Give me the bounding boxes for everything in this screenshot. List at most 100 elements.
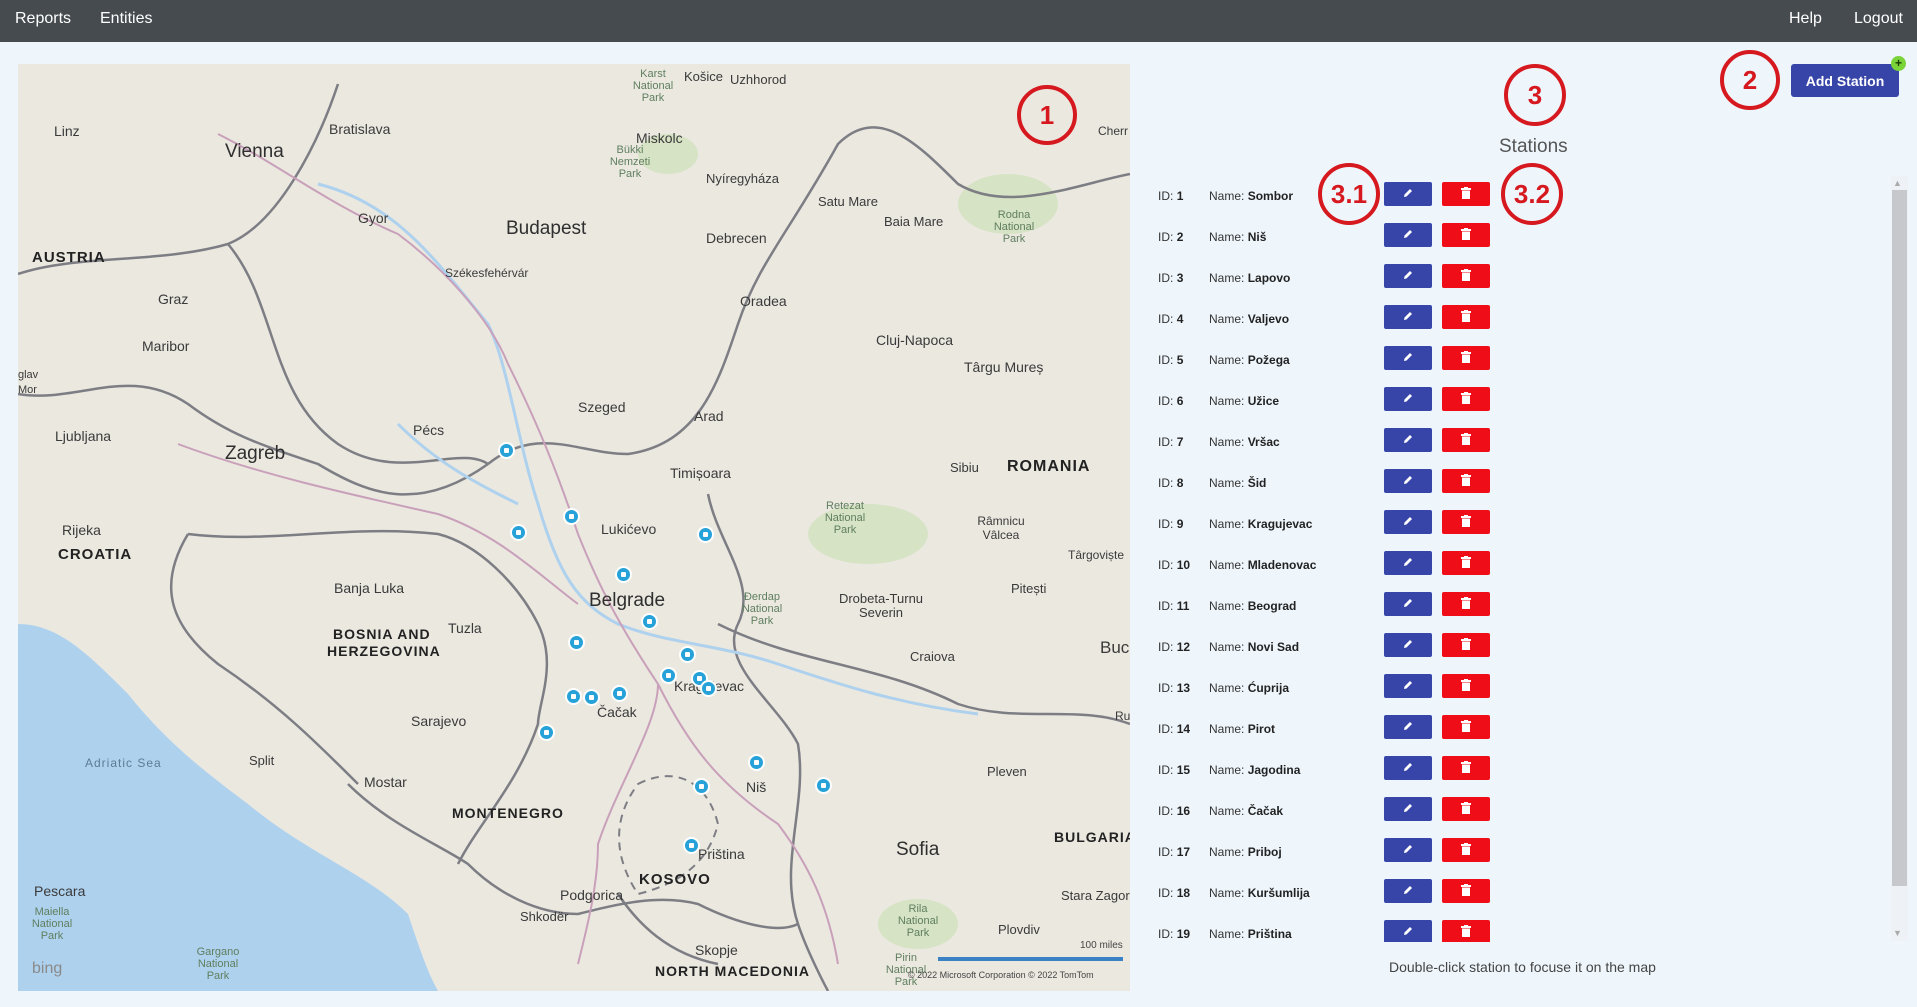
- station-row[interactable]: ID: 13 Name: Ćuprija: [1150, 668, 1498, 709]
- delete-station-button[interactable]: [1442, 797, 1490, 821]
- add-station-button[interactable]: Add Station: [1791, 64, 1899, 97]
- station-row[interactable]: ID: 1 Name: Sombor: [1150, 176, 1498, 217]
- station-marker[interactable]: [748, 754, 765, 771]
- station-marker[interactable]: [683, 837, 700, 854]
- station-marker[interactable]: [679, 646, 696, 663]
- nav-entities[interactable]: Entities: [100, 0, 152, 42]
- delete-station-button[interactable]: [1442, 633, 1490, 657]
- delete-station-button[interactable]: [1442, 182, 1490, 206]
- station-row[interactable]: ID: 10 Name: Mladenovac: [1150, 545, 1498, 586]
- delete-station-button[interactable]: [1442, 223, 1490, 247]
- id-label: ID:: [1158, 927, 1174, 941]
- delete-station-button[interactable]: [1442, 715, 1490, 739]
- scrollbar-thumb[interactable]: [1892, 190, 1907, 886]
- station-id-value: 18: [1176, 886, 1191, 900]
- name-label: Name:: [1209, 722, 1245, 736]
- station-row[interactable]: ID: 16 Name: Čačak: [1150, 791, 1498, 832]
- delete-station-button[interactable]: [1442, 469, 1490, 493]
- station-row[interactable]: ID: 8 Name: Šid: [1150, 463, 1498, 504]
- station-marker[interactable]: [660, 667, 677, 684]
- station-marker[interactable]: [693, 778, 710, 795]
- station-row[interactable]: ID: 5 Name: Požega: [1150, 340, 1498, 381]
- station-row[interactable]: ID: 2 Name: Niš: [1150, 217, 1498, 258]
- edit-station-button[interactable]: [1384, 387, 1432, 411]
- edit-station-button[interactable]: [1384, 715, 1432, 739]
- delete-station-button[interactable]: [1442, 592, 1490, 616]
- station-row[interactable]: ID: 3 Name: Lapovo: [1150, 258, 1498, 299]
- delete-station-button[interactable]: [1442, 920, 1490, 942]
- edit-station-button[interactable]: [1384, 346, 1432, 370]
- edit-station-button[interactable]: [1384, 838, 1432, 862]
- station-marker[interactable]: [565, 688, 582, 705]
- trash-icon: [1461, 801, 1471, 814]
- station-row[interactable]: ID: 19 Name: Priština: [1150, 914, 1498, 942]
- edit-station-button[interactable]: [1384, 264, 1432, 288]
- delete-station-button[interactable]: [1442, 674, 1490, 698]
- bing-logo: bing: [32, 960, 63, 977]
- id-label: ID:: [1158, 189, 1174, 203]
- map-city-label: Pescara: [34, 883, 86, 899]
- scroll-up-icon[interactable]: ▲: [1893, 178, 1902, 188]
- edit-station-button[interactable]: [1384, 469, 1432, 493]
- station-row[interactable]: ID: 15 Name: Jagodina: [1150, 750, 1498, 791]
- station-id: ID: 11: [1158, 599, 1189, 613]
- station-row[interactable]: ID: 4 Name: Valjevo: [1150, 299, 1498, 340]
- edit-station-button[interactable]: [1384, 633, 1432, 657]
- station-marker[interactable]: [700, 680, 717, 697]
- station-marker[interactable]: [641, 613, 658, 630]
- nav-logout[interactable]: Logout: [1854, 0, 1903, 42]
- edit-station-button[interactable]: [1384, 223, 1432, 247]
- edit-station-button[interactable]: [1384, 920, 1432, 942]
- edit-station-button[interactable]: [1384, 674, 1432, 698]
- trash-icon: [1461, 760, 1471, 773]
- station-marker[interactable]: [583, 689, 600, 706]
- station-id-value: 14: [1176, 722, 1191, 736]
- delete-station-button[interactable]: [1442, 305, 1490, 329]
- station-row[interactable]: ID: 6 Name: Užice: [1150, 381, 1498, 422]
- delete-station-button[interactable]: [1442, 346, 1490, 370]
- delete-station-button[interactable]: [1442, 428, 1490, 452]
- station-marker[interactable]: [568, 634, 585, 651]
- station-name: Name: Mladenovac: [1209, 558, 1316, 572]
- station-row[interactable]: ID: 17 Name: Priboj: [1150, 832, 1498, 873]
- station-marker[interactable]: [498, 442, 515, 459]
- map-city-label: Rijeka: [62, 522, 101, 538]
- station-id-value: 3: [1176, 271, 1184, 285]
- edit-station-button[interactable]: [1384, 182, 1432, 206]
- edit-station-button[interactable]: [1384, 756, 1432, 780]
- delete-station-button[interactable]: [1442, 387, 1490, 411]
- edit-station-button[interactable]: [1384, 879, 1432, 903]
- edit-station-button[interactable]: [1384, 428, 1432, 452]
- delete-station-button[interactable]: [1442, 756, 1490, 780]
- station-row[interactable]: ID: 11 Name: Beograd: [1150, 586, 1498, 627]
- station-marker[interactable]: [615, 566, 632, 583]
- pencil-icon: [1404, 926, 1412, 935]
- delete-station-button[interactable]: [1442, 838, 1490, 862]
- station-list[interactable]: ID: 1 Name: Sombor ID: 2 Name: Niš ID: 3 Name…: [1150, 176, 1498, 942]
- nav-help[interactable]: Help: [1789, 0, 1822, 42]
- station-marker[interactable]: [563, 508, 580, 525]
- station-marker[interactable]: [611, 685, 628, 702]
- delete-station-button[interactable]: [1442, 879, 1490, 903]
- stations-map[interactable]: AUSTRIA CROATIA BOSNIA AND HERZEGOVINA M…: [18, 64, 1130, 991]
- edit-station-button[interactable]: [1384, 510, 1432, 534]
- station-row[interactable]: ID: 12 Name: Novi Sad: [1150, 627, 1498, 668]
- station-row[interactable]: ID: 18 Name: Kuršumlija: [1150, 873, 1498, 914]
- delete-station-button[interactable]: [1442, 551, 1490, 575]
- station-row[interactable]: ID: 14 Name: Pirot: [1150, 709, 1498, 750]
- edit-station-button[interactable]: [1384, 305, 1432, 329]
- station-marker[interactable]: [510, 524, 527, 541]
- station-marker[interactable]: [697, 526, 714, 543]
- edit-station-button[interactable]: [1384, 551, 1432, 575]
- nav-reports[interactable]: Reports: [15, 0, 71, 42]
- delete-station-button[interactable]: [1442, 264, 1490, 288]
- station-row[interactable]: ID: 9 Name: Kragujevac: [1150, 504, 1498, 545]
- station-row[interactable]: ID: 7 Name: Vršac: [1150, 422, 1498, 463]
- station-marker[interactable]: [538, 724, 555, 741]
- delete-station-button[interactable]: [1442, 510, 1490, 534]
- scroll-down-icon[interactable]: ▼: [1893, 928, 1902, 938]
- id-label: ID:: [1158, 640, 1174, 654]
- edit-station-button[interactable]: [1384, 592, 1432, 616]
- station-marker[interactable]: [815, 777, 832, 794]
- edit-station-button[interactable]: [1384, 797, 1432, 821]
